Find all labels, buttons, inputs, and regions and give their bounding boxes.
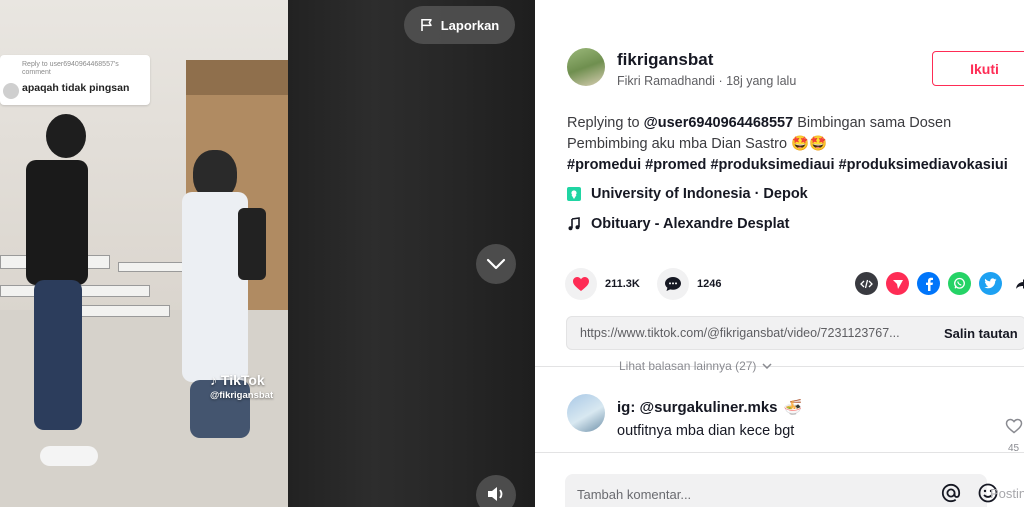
volume-icon xyxy=(488,487,503,501)
like-action[interactable]: 211.3K xyxy=(565,268,640,300)
video-link-box: https://www.tiktok.com/@fikrigansbat/vid… xyxy=(566,316,1024,350)
flag-icon xyxy=(420,19,432,31)
location-text: University of Indonesia · Depok xyxy=(591,186,808,202)
share-arrow-icon xyxy=(1015,278,1024,289)
tiktok-watermark: ♪ TikTok @fikrigansbat xyxy=(210,372,273,401)
subline-separator: · xyxy=(714,74,727,88)
post-time: 18j yang lalu xyxy=(726,74,797,88)
person-legs-shape xyxy=(34,280,82,430)
share-icons xyxy=(855,272,1024,295)
author-display-name: Fikri Ramadhandi xyxy=(617,74,715,88)
facebook-icon xyxy=(925,277,933,291)
send-icon xyxy=(892,279,903,289)
comment-input[interactable] xyxy=(575,485,905,503)
backpack-shape xyxy=(238,208,266,280)
follow-button[interactable]: Ikuti xyxy=(932,51,1024,86)
comment-bubble-icon xyxy=(665,277,681,291)
tiktok-logo-icon: ♪ xyxy=(210,372,217,388)
desk-shape xyxy=(80,305,170,317)
send-to-friend-button[interactable] xyxy=(886,272,909,295)
comment-action[interactable]: 1246 xyxy=(657,268,721,300)
like-button[interactable] xyxy=(565,268,597,300)
mention-link[interactable]: @user6940964468557 xyxy=(644,115,794,131)
twitter-icon xyxy=(984,278,997,289)
noodle-emoji: 🍜 xyxy=(783,399,803,416)
music-note-icon xyxy=(568,217,580,231)
location-link[interactable]: University of Indonesia · Depok xyxy=(567,186,808,202)
reply-text: apaqah tidak pingsan xyxy=(22,82,130,94)
embed-button[interactable] xyxy=(855,272,878,295)
reply-avatar xyxy=(3,83,19,99)
more-replies-label: Lihat balasan lainnya (27) xyxy=(619,359,757,373)
door-frame-top xyxy=(186,60,288,100)
copy-link-button[interactable]: Salin tautan xyxy=(932,326,1018,341)
like-count: 211.3K xyxy=(605,278,640,290)
reply-prefix: Replying to xyxy=(567,115,644,131)
person-body-shape xyxy=(26,160,88,285)
person-head-shape xyxy=(46,114,86,158)
comment-username[interactable]: ig: @surgakuliner.mks 🍜 xyxy=(617,398,803,417)
person-shoes-shape xyxy=(40,446,98,466)
comment-input-box xyxy=(565,474,998,507)
hashtag-link[interactable]: #promed xyxy=(645,157,706,173)
chevron-down-icon xyxy=(762,363,772,369)
hashtag-link[interactable]: #produksimediaui xyxy=(710,157,834,173)
report-button[interactable]: Laporkan xyxy=(404,6,515,44)
video-link-text[interactable]: https://www.tiktok.com/@fikrigansbat/vid… xyxy=(567,326,932,340)
video-panel[interactable]: Reply to user6940964468557's comment apa… xyxy=(0,0,535,507)
video-frame[interactable]: Reply to user6940964468557's comment apa… xyxy=(0,0,288,507)
location-pin-icon xyxy=(567,187,581,201)
watermark-handle: @fikrigansbat xyxy=(210,390,274,401)
hashtag-link[interactable]: #promedui xyxy=(567,157,641,173)
comment-button[interactable] xyxy=(657,268,689,300)
at-sign-icon xyxy=(941,483,961,503)
author-avatar[interactable] xyxy=(567,48,605,86)
heart-icon xyxy=(573,277,589,291)
music-link[interactable]: Obituary - Alexandre Desplat xyxy=(567,216,790,232)
post-comment-button[interactable]: Posting xyxy=(990,486,1024,501)
comment-count: 1246 xyxy=(697,278,722,290)
comment-username-text: ig: @surgakuliner.mks xyxy=(617,398,778,416)
hashtag-link[interactable]: #produksimediavokasiui xyxy=(839,157,1008,173)
facebook-share-button[interactable] xyxy=(917,272,940,295)
comment-text: outfitnya mba dian kece bgt xyxy=(617,423,795,439)
twitter-share-button[interactable] xyxy=(979,272,1002,295)
view-more-replies-button[interactable]: Lihat balasan lainnya (27) xyxy=(619,359,772,373)
whatsapp-share-button[interactable] xyxy=(948,272,971,295)
watermark-logo: ♪ TikTok xyxy=(210,372,265,388)
video-detail-panel: fikrigansbat Fikri Ramadhandi · 18j yang… xyxy=(535,0,1024,507)
desk-shape xyxy=(118,262,188,272)
more-share-button[interactable] xyxy=(1010,272,1024,295)
author-subline: Fikri Ramadhandi · 18j yang lalu xyxy=(617,74,796,88)
whatsapp-icon xyxy=(954,277,965,289)
input-divider xyxy=(535,452,1024,453)
comment-like-button[interactable] xyxy=(1005,418,1023,439)
mention-button[interactable] xyxy=(940,482,962,507)
reply-context: Reply to user6940964468557's comment xyxy=(22,61,119,76)
author-username[interactable]: fikrigansbat xyxy=(617,50,713,70)
next-video-button[interactable] xyxy=(476,244,516,284)
volume-button[interactable] xyxy=(476,475,516,507)
chevron-down-icon xyxy=(486,258,506,270)
embed-icon xyxy=(860,279,873,288)
comments-divider xyxy=(535,366,1024,367)
reply-sticker: Reply to user6940964468557's comment apa… xyxy=(0,55,150,105)
comment-avatar[interactable] xyxy=(567,394,605,432)
report-label: Laporkan xyxy=(440,17,500,33)
music-title: Obituary - Alexandre Desplat xyxy=(591,216,790,232)
video-description: Replying to @user6940964468557 Bimbingan… xyxy=(567,113,1022,176)
heart-outline-icon xyxy=(1005,418,1023,434)
